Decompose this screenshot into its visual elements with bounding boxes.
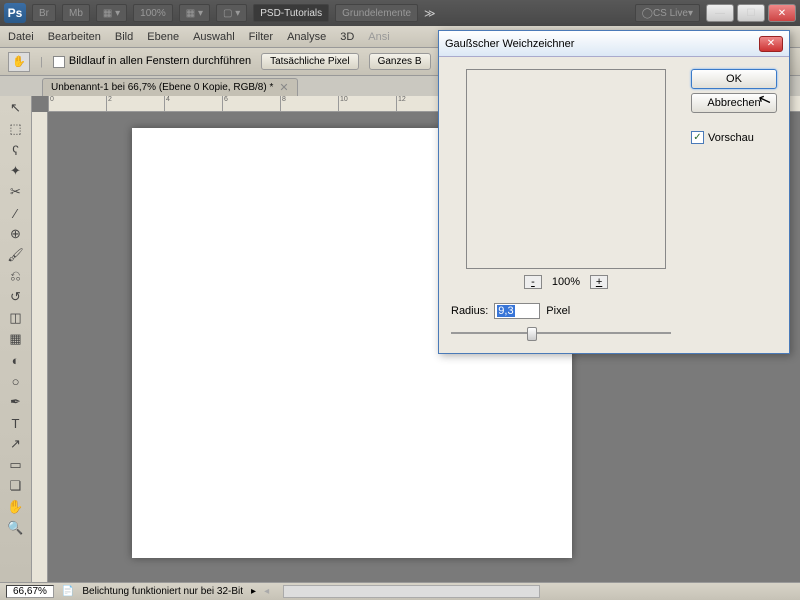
preview-box[interactable]	[466, 69, 666, 269]
menu-analyse[interactable]: Analyse	[287, 31, 326, 43]
preview-label: Vorschau	[708, 132, 754, 144]
heal-tool[interactable]: ⊕	[4, 224, 28, 244]
document-tab[interactable]: Unbenannt-1 bei 66,7% (Ebene 0 Kopie, RG…	[42, 78, 298, 96]
workspace-tab-2[interactable]: Grundelemente	[335, 4, 418, 22]
gradient-tool[interactable]: ▦	[4, 329, 28, 349]
zoom-out-button[interactable]: -	[524, 275, 542, 289]
status-arrow-icon[interactable]: ▸	[251, 586, 256, 597]
gaussian-blur-dialog: Gaußscher Weichzeichner ✕ - 100% + Radiu…	[438, 30, 790, 354]
blur-tool[interactable]: ◐	[4, 350, 28, 370]
history-brush-tool[interactable]: ↺	[4, 287, 28, 307]
eraser-tool[interactable]: ◫	[4, 308, 28, 328]
menu-bearbeiten[interactable]: Bearbeiten	[48, 31, 101, 43]
preview-checkbox[interactable]: ✓	[691, 131, 704, 144]
fit-screen-button[interactable]: Ganzes B	[369, 53, 431, 70]
preview-zoom: 100%	[552, 276, 580, 288]
dodge-tool[interactable]: ○	[4, 371, 28, 391]
radius-label: Radius:	[451, 305, 488, 317]
hscrollbar[interactable]	[283, 585, 539, 598]
minibridge-button[interactable]: Mb	[62, 4, 90, 22]
dialog-title: Gaußscher Weichzeichner	[445, 38, 574, 50]
status-message: Belichtung funktioniert nur bei 32-Bit	[82, 586, 243, 597]
status-doc-icon[interactable]: 📄	[62, 586, 74, 597]
tab-title: Unbenannt-1 bei 66,7% (Ebene 0 Kopie, RG…	[51, 82, 273, 93]
dialog-close-button[interactable]: ✕	[759, 36, 783, 52]
workspace-tab-1[interactable]: PSD-Tutorials	[253, 4, 329, 22]
ps-logo: Ps	[4, 3, 26, 23]
slider-thumb[interactable]	[527, 327, 537, 341]
radius-input[interactable]: 9,3	[494, 303, 540, 319]
actual-pixels-button[interactable]: Tatsächliche Pixel	[261, 53, 358, 70]
dialog-titlebar[interactable]: Gaußscher Weichzeichner ✕	[439, 31, 789, 57]
eyedropper-tool[interactable]: ⁄	[4, 203, 28, 223]
zoom-in-button[interactable]: +	[590, 275, 608, 289]
more-icon[interactable]: ≫	[424, 7, 436, 20]
menu-ebene[interactable]: Ebene	[147, 31, 179, 43]
menu-auswahl[interactable]: Auswahl	[193, 31, 235, 43]
3d-tool[interactable]: ❏	[4, 476, 28, 496]
menu-bild[interactable]: Bild	[115, 31, 133, 43]
menu-datei[interactable]: Datei	[8, 31, 34, 43]
cslive-button[interactable]: ◯ CS Live ▾	[635, 4, 700, 22]
stamp-tool[interactable]: ⎌	[4, 266, 28, 286]
tab-close-icon[interactable]: ✕	[279, 81, 288, 94]
cancel-button[interactable]: Abbrechen	[691, 93, 777, 113]
minimize-button[interactable]: —	[706, 4, 734, 22]
marquee-tool[interactable]: ⬚	[4, 119, 28, 139]
move-tool[interactable]: ↖	[4, 98, 28, 118]
zoom-level[interactable]: 100%	[133, 4, 173, 22]
app-titlebar: Ps Br Mb ▦ ▾ 100% ▦ ▾ ▢ ▾ PSD-Tutorials …	[0, 0, 800, 26]
screenmode-button[interactable]: ▢ ▾	[216, 4, 247, 22]
status-bar: 66,67% 📄 Belichtung funktioniert nur bei…	[0, 582, 800, 600]
shape-tool[interactable]: ▭	[4, 455, 28, 475]
path-tool[interactable]: ↗	[4, 434, 28, 454]
extras-button[interactable]: ▦ ▾	[96, 4, 127, 22]
brush-tool[interactable]: 🖌	[4, 245, 28, 265]
pen-tool[interactable]: ✒	[4, 392, 28, 412]
radius-slider[interactable]	[451, 325, 671, 341]
zoom-tool[interactable]: 🔍	[4, 518, 28, 538]
wand-tool[interactable]: ✦	[4, 161, 28, 181]
ok-button[interactable]: OK	[691, 69, 777, 89]
status-zoom[interactable]: 66,67%	[6, 585, 54, 598]
radius-unit: Pixel	[546, 305, 570, 317]
ruler-vertical	[32, 112, 48, 582]
menu-3d[interactable]: 3D	[340, 31, 354, 43]
hand-tool[interactable]: ✋	[4, 497, 28, 517]
bridge-button[interactable]: Br	[32, 4, 56, 22]
scroll-all-checkbox[interactable]: Bildlauf in allen Fenstern durchführen	[53, 55, 251, 67]
close-button[interactable]: ✕	[768, 4, 796, 22]
crop-tool[interactable]: ✂	[4, 182, 28, 202]
arrange-button[interactable]: ▦ ▾	[179, 4, 210, 22]
maximize-button[interactable]: ☐	[737, 4, 765, 22]
hand-tool-icon[interactable]: ✋	[8, 52, 30, 72]
type-tool[interactable]: T	[4, 413, 28, 433]
menu-filter[interactable]: Filter	[249, 31, 273, 43]
toolbox: ↖ ⬚ ʕ ✦ ✂ ⁄ ⊕ 🖌 ⎌ ↺ ◫ ▦ ◐ ○ ✒ T ↗ ▭ ❏ ✋ …	[0, 96, 32, 582]
lasso-tool[interactable]: ʕ	[4, 140, 28, 160]
menu-ansicht[interactable]: Ansi	[368, 31, 389, 43]
